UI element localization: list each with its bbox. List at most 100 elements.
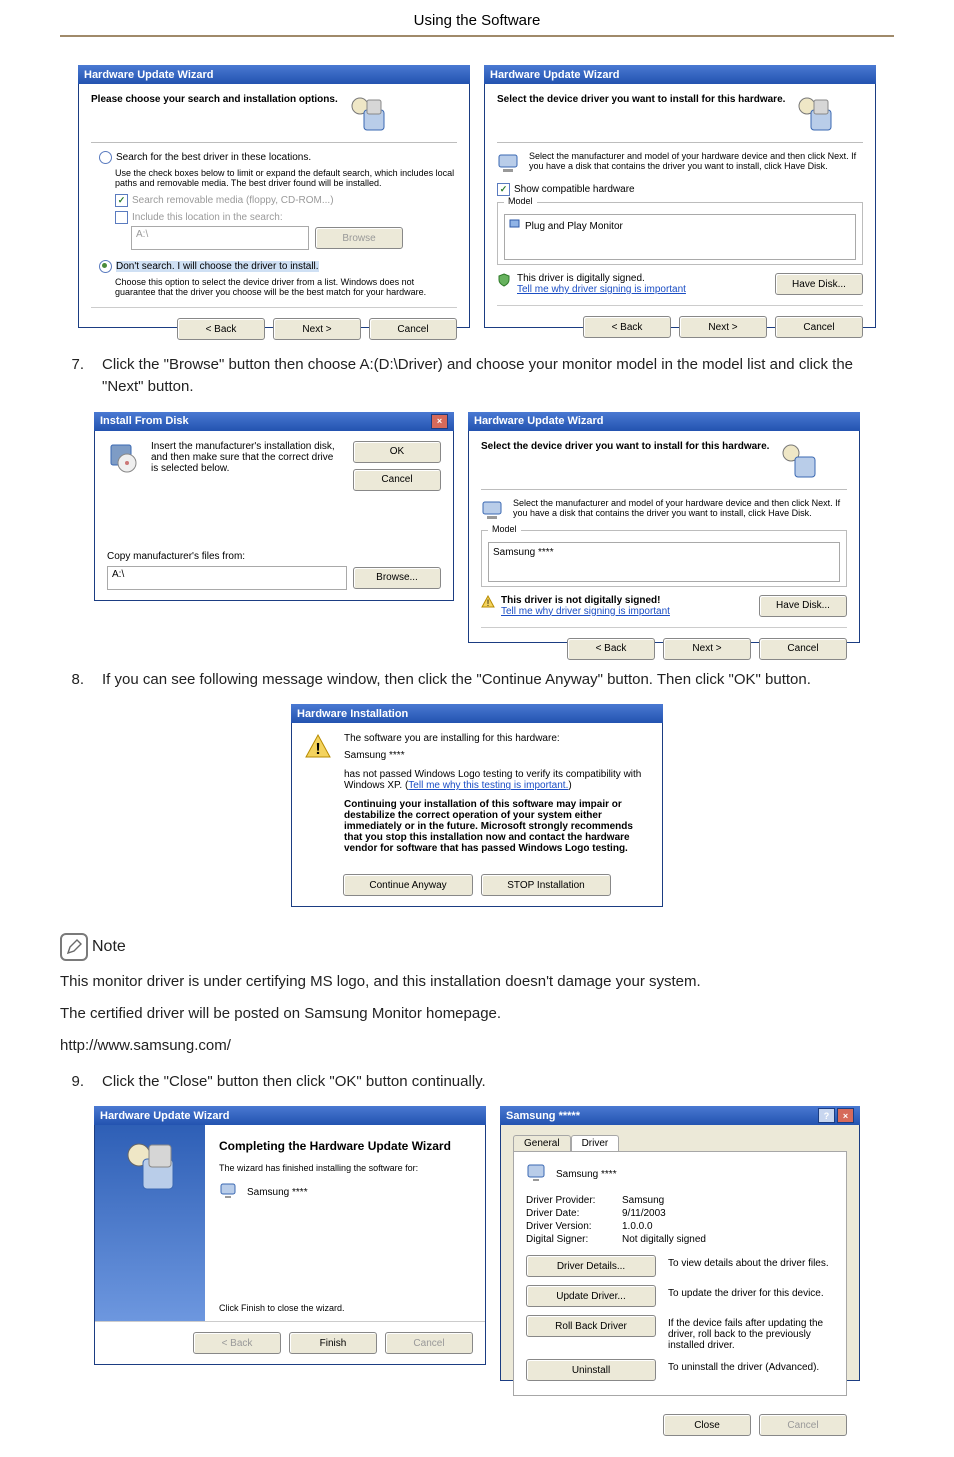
tab-general[interactable]: General — [513, 1135, 571, 1151]
radio-search[interactable] — [99, 151, 112, 164]
finish-button[interactable]: Finish — [289, 1332, 377, 1354]
monitor-icon — [497, 151, 521, 175]
model-item[interactable]: Samsung **** — [493, 547, 554, 558]
dialog-search-options: Hardware Update Wizard Please choose you… — [78, 65, 470, 328]
monitor-icon — [481, 498, 505, 522]
step-9: 9. Click the "Close" button then click "… — [60, 1071, 894, 1093]
signer-label: Digital Signer: — [526, 1234, 612, 1245]
page-header: Using the Software — [60, 0, 894, 37]
chk-removable-label: Search removable media (floppy, CD-ROM..… — [132, 195, 334, 206]
stop-installation-button[interactable]: STOP Installation — [481, 874, 611, 896]
copy-from-label: Copy manufacturer's files from: — [107, 551, 441, 562]
help-icon[interactable]: ? — [818, 1108, 835, 1123]
chk-show-compat-label: Show compatible hardware — [514, 184, 635, 195]
device-name: Samsung **** — [556, 1169, 617, 1180]
titlebar: Hardware Update Wizard — [468, 412, 860, 431]
wizard-icon — [348, 94, 388, 134]
date-label: Driver Date: — [526, 1208, 612, 1219]
disk-icon — [107, 441, 141, 491]
driver-details-button[interactable]: Driver Details... — [526, 1255, 656, 1277]
window-title: Samsung ***** — [506, 1110, 580, 1122]
model-list[interactable]: Samsung **** — [488, 542, 840, 582]
continue-anyway-button[interactable]: Continue Anyway — [343, 874, 473, 896]
path-input[interactable]: A:\ — [131, 226, 309, 250]
dont-search-description: Choose this option to select the device … — [115, 277, 457, 297]
figure-row-1: Hardware Update Wizard Please choose you… — [60, 65, 894, 328]
back-button[interactable]: < Back — [177, 318, 265, 340]
install-line2: has not passed Windows Logo testing to v… — [344, 769, 650, 791]
warning-icon: ! — [304, 733, 332, 761]
titlebar: Hardware Update Wizard — [484, 65, 876, 84]
chk-location[interactable] — [115, 211, 128, 224]
install-line1: The software you are installing for this… — [344, 733, 650, 744]
radio-dont-search-label: Don't search. I will choose the driver t… — [116, 261, 319, 272]
install-warning-bold: Continuing your installation of this sof… — [344, 799, 650, 854]
browse-button[interactable]: Browse — [315, 227, 403, 249]
chk-show-compat[interactable]: ✓ — [497, 183, 510, 196]
driver-details-desc: To view details about the driver files. — [668, 1255, 834, 1269]
warning-icon: ! — [481, 595, 495, 617]
wizard-icon — [121, 1137, 179, 1195]
cancel-button[interactable]: Cancel — [775, 316, 863, 338]
next-button[interactable]: Next > — [679, 316, 767, 338]
path-input[interactable]: A:\ — [107, 566, 347, 590]
figure-row-3: Hardware Installation ! The software you… — [60, 704, 894, 907]
uninstall-button[interactable]: Uninstall — [526, 1359, 656, 1381]
chk-removable[interactable]: ✓ — [115, 194, 128, 207]
back-button[interactable]: < Back — [583, 316, 671, 338]
dialog-hardware-installation: Hardware Installation ! The software you… — [291, 704, 663, 907]
signer-value: Not digitally signed — [622, 1234, 706, 1245]
cancel-button[interactable]: Cancel — [759, 638, 847, 660]
close-icon[interactable]: × — [837, 1108, 854, 1123]
click-finish-text: Click Finish to close the wizard. — [219, 1303, 471, 1313]
next-button[interactable]: Next > — [663, 638, 751, 660]
wizard-icon — [779, 441, 819, 481]
finished-text: The wizard has finished installing the s… — [219, 1163, 471, 1173]
cancel-button[interactable]: Cancel — [759, 1414, 847, 1436]
signing-link[interactable]: Tell me why driver signing is important — [517, 284, 686, 295]
browse-button[interactable]: Browse... — [353, 567, 441, 589]
close-button[interactable]: Close — [663, 1414, 751, 1436]
figure-row-4: Hardware Update Wizard Completing the Ha… — [60, 1106, 894, 1381]
driver-instruction: Select the manufacturer and model of you… — [529, 151, 863, 175]
signing-link[interactable]: Tell me why driver signing is important — [501, 606, 670, 617]
monitor-icon — [219, 1181, 239, 1204]
back-button[interactable]: < Back — [193, 1332, 281, 1354]
roll-back-button[interactable]: Roll Back Driver — [526, 1315, 656, 1337]
cancel-button[interactable]: Cancel — [369, 318, 457, 340]
window-title: Install From Disk — [100, 415, 189, 427]
cancel-button[interactable]: Cancel — [353, 469, 441, 491]
step-number: 8. — [60, 669, 84, 691]
note-block: Note — [60, 933, 894, 961]
cancel-button[interactable]: Cancel — [385, 1332, 473, 1354]
ok-button[interactable]: OK — [353, 441, 441, 463]
dialog-completing-wizard: Hardware Update Wizard Completing the Ha… — [94, 1106, 486, 1381]
tab-driver[interactable]: Driver — [571, 1135, 620, 1151]
wizard-sidebar — [95, 1125, 205, 1321]
update-driver-desc: To update the driver for this device. — [668, 1285, 834, 1299]
model-item[interactable]: Plug and Play Monitor — [525, 221, 623, 232]
titlebar: Hardware Installation — [291, 704, 663, 723]
window-title: Hardware Update Wizard — [474, 415, 604, 427]
titlebar: Samsung ***** ? × — [500, 1106, 860, 1125]
wizard-icon — [795, 94, 835, 134]
back-button[interactable]: < Back — [567, 638, 655, 660]
model-list[interactable]: Plug and Play Monitor — [504, 214, 856, 260]
svg-text:!: ! — [315, 741, 320, 758]
have-disk-button[interactable]: Have Disk... — [775, 273, 863, 295]
step-text: Click the "Close" button then click "OK"… — [102, 1071, 486, 1093]
pencil-icon — [60, 933, 88, 961]
figure-row-2: Install From Disk × Insert the manufactu… — [60, 412, 894, 643]
dialog-install-from-disk: Install From Disk × Insert the manufactu… — [94, 412, 454, 643]
radio-dont-search[interactable] — [99, 260, 112, 273]
close-icon[interactable]: × — [431, 414, 448, 429]
have-disk-button[interactable]: Have Disk... — [759, 595, 847, 617]
provider-value: Samsung — [622, 1195, 664, 1206]
next-button[interactable]: Next > — [273, 318, 361, 340]
note-p1: This monitor driver is under certifying … — [60, 971, 894, 993]
model-label: Model — [488, 524, 521, 534]
titlebar: Hardware Update Wizard — [94, 1106, 486, 1125]
update-driver-button[interactable]: Update Driver... — [526, 1285, 656, 1307]
testing-link[interactable]: Tell me why this testing is important. — [408, 780, 568, 791]
note-url: http://www.samsung.com/ — [60, 1035, 894, 1057]
